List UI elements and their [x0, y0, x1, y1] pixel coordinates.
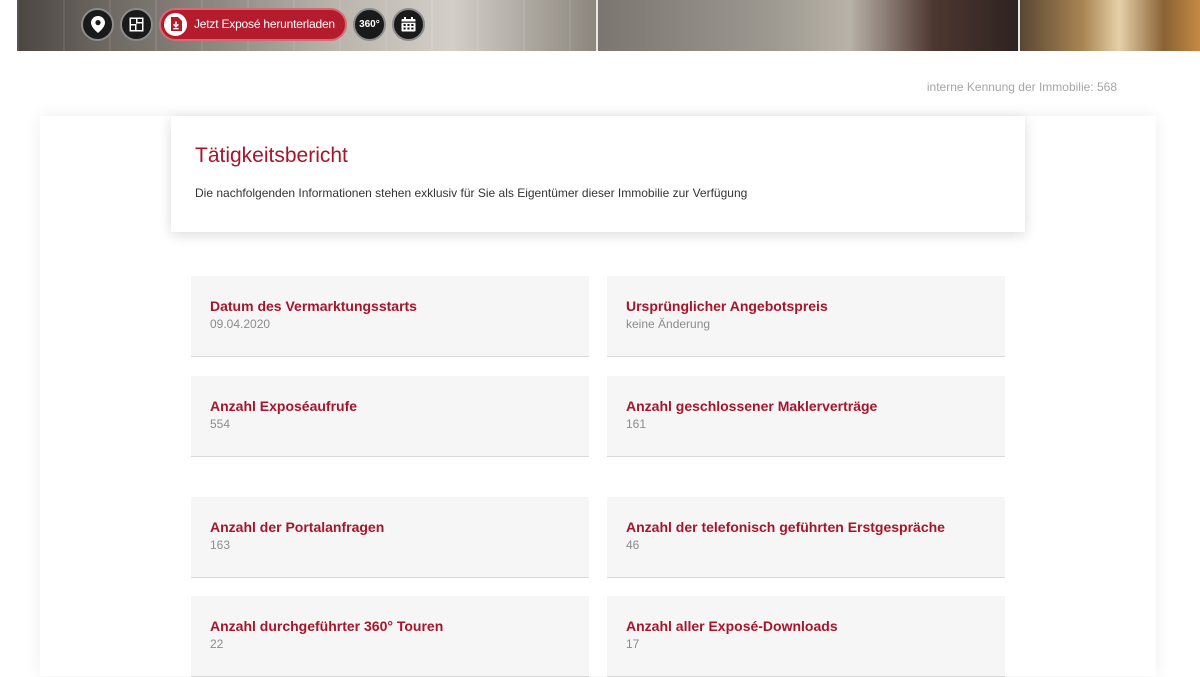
stat-value: 22 — [210, 637, 224, 651]
stat-label: Anzahl der telefonisch geführten Erstges… — [626, 519, 945, 535]
download-expose-label: Jetzt Exposé herunterladen — [194, 17, 335, 31]
stat-label: Anzahl Exposéaufrufe — [210, 398, 358, 414]
download-expose-button[interactable]: Jetzt Exposé herunterladen — [159, 7, 347, 41]
property-id-text: interne Kennung der Immobilie: 568 — [926, 80, 1117, 94]
stat-label: Ursprünglicher Angebotspreis — [626, 298, 828, 314]
stat-card-phone-calls: Anzahl der telefonisch geführten Erstges… — [607, 497, 1005, 578]
map-pin-icon — [90, 15, 105, 33]
virtual-tour-label: 360° — [359, 18, 380, 30]
stat-value: 09.04.2020 — [210, 317, 271, 331]
floorplan-button[interactable] — [120, 7, 153, 41]
stat-label: Datum des Vermarktungsstarts — [210, 298, 417, 314]
report-description: Die nachfolgenden Informationen stehen e… — [195, 186, 748, 200]
stat-card-expose-downloads: Anzahl aller Exposé-Downloads 17 — [607, 596, 1005, 677]
calendar-icon — [401, 16, 416, 31]
stat-value: 163 — [210, 538, 231, 552]
stat-value: 46 — [626, 538, 640, 552]
stat-card-expose-views: Anzahl Exposéaufrufe 554 — [191, 376, 589, 457]
stat-value: keine Änderung — [626, 317, 711, 331]
stat-card-portal-inquiries: Anzahl der Portalanfragen 163 — [191, 497, 589, 578]
property-toolbar: Jetzt Exposé herunterladen 360° — [81, 6, 425, 42]
gallery-image-3[interactable] — [1020, 0, 1200, 51]
gallery-image-2[interactable] — [598, 0, 1018, 51]
virtual-tour-button[interactable]: 360° — [352, 7, 386, 41]
stat-label: Anzahl aller Exposé-Downloads — [626, 618, 838, 634]
activity-report-header: Tätigkeitsbericht Die nachfolgenden Info… — [171, 116, 1025, 232]
stat-card-360-tours: Anzahl durchgeführter 360° Touren 22 — [191, 596, 589, 677]
stat-value: 161 — [626, 417, 647, 431]
appointment-button[interactable] — [391, 7, 425, 41]
file-download-icon — [164, 12, 187, 36]
stat-card-marketing-start: Datum des Vermarktungsstarts 09.04.2020 — [191, 276, 589, 357]
stat-value: 554 — [210, 417, 231, 431]
stat-label: Anzahl der Portalanfragen — [210, 519, 385, 535]
report-title: Tätigkeitsbericht — [195, 144, 348, 167]
stat-card-broker-contracts: Anzahl geschlossener Maklerverträge 161 — [607, 376, 1005, 457]
stat-label: Anzahl geschlossener Maklerverträge — [626, 398, 878, 414]
stat-value: 17 — [626, 637, 640, 651]
stat-label: Anzahl durchgeführter 360° Touren — [210, 618, 444, 634]
floorplan-icon — [129, 17, 144, 31]
stat-card-original-price: Ursprünglicher Angebotspreis keine Änder… — [607, 276, 1005, 357]
location-button[interactable] — [81, 7, 114, 41]
